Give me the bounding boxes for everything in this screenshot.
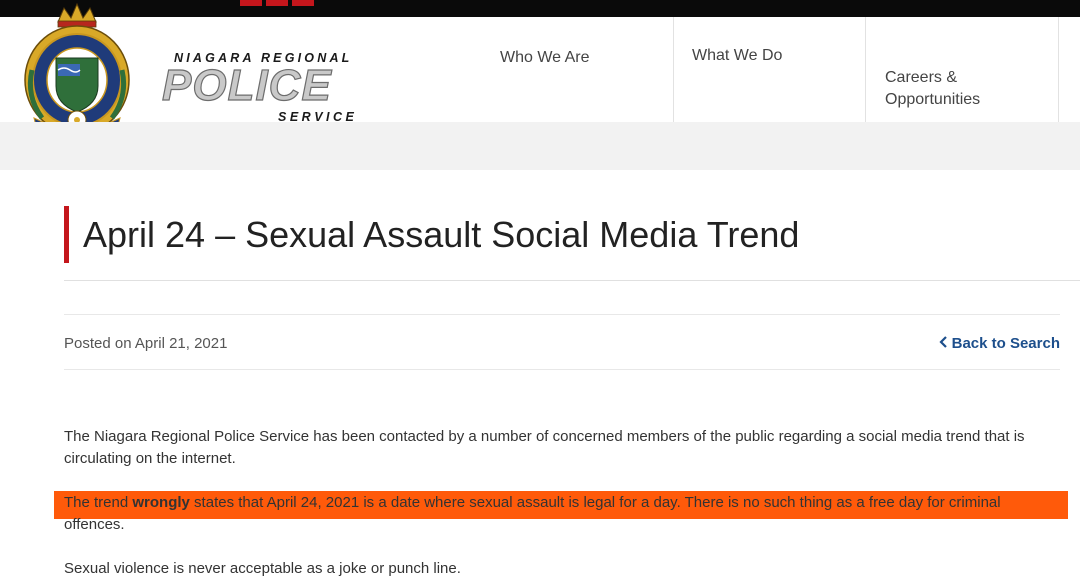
- site-header: NIAGARA REGIONAL POLICE SERVICE Who We A…: [0, 2, 1080, 137]
- nav-who-we-are[interactable]: Who We Are: [500, 17, 660, 122]
- nav-divider: [673, 17, 674, 122]
- nav-divider: [1058, 17, 1059, 122]
- paragraph-text: states that April 24, 2021 is a date whe…: [64, 494, 1001, 533]
- back-label: Back to Search: [951, 335, 1060, 352]
- nav-label: Who We Are: [500, 49, 590, 66]
- utility-link[interactable]: [266, 0, 288, 6]
- logo-main-text: POLICE: [161, 61, 332, 110]
- utility-link[interactable]: [292, 0, 314, 6]
- title-accent-bar: [64, 206, 69, 263]
- nav-label: What We Do: [692, 47, 783, 64]
- top-utility-bar: [0, 0, 1080, 17]
- posted-date: Posted on April 21, 2021: [64, 335, 228, 352]
- site-logo[interactable]: NIAGARA REGIONAL POLICE SERVICE: [160, 34, 385, 129]
- divider: [64, 314, 1060, 315]
- nav-what-we-do[interactable]: What We Do: [692, 17, 852, 122]
- back-to-search-link[interactable]: Back to Search: [939, 335, 1060, 352]
- nav-careers[interactable]: Careers & Opportunities: [885, 17, 1045, 122]
- breadcrumb-strip: [0, 122, 1080, 170]
- divider: [64, 280, 1080, 281]
- divider: [64, 369, 1060, 370]
- nav-label: Careers & Opportunities: [885, 69, 981, 108]
- article-paragraph: The trend wrongly states that April 24, …: [64, 492, 1054, 536]
- article-paragraph: The Niagara Regional Police Service has …: [64, 428, 1025, 467]
- paragraph-text: The trend: [64, 494, 133, 511]
- page-title: April 24 – Sexual Assault Social Media T…: [83, 214, 800, 255]
- chevron-left-icon: [939, 335, 948, 352]
- nav-divider: [865, 17, 866, 122]
- utility-link[interactable]: [240, 0, 262, 6]
- article-paragraph: Sexual violence is never acceptable as a…: [64, 560, 461, 577]
- emphasis-text: wrongly: [132, 494, 190, 511]
